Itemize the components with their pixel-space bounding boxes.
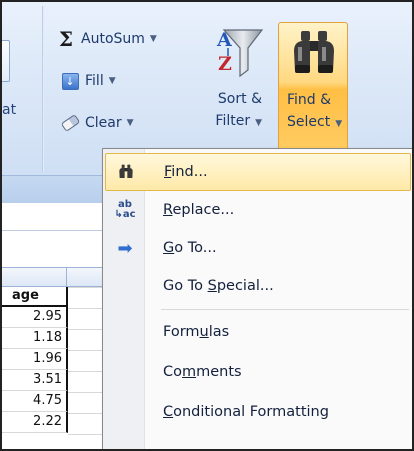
- menu-item-go-to-special[interactable]: Go To Special...: [105, 267, 411, 305]
- menu-separator: [161, 309, 409, 310]
- autosum-dropdown-icon[interactable]: ▼: [150, 34, 157, 44]
- find-select-label-line2: Select ▼: [287, 114, 343, 130]
- previous-ribbon-group: at: [2, 2, 46, 175]
- data-cell[interactable]: 2.22: [2, 412, 68, 433]
- fill-down-icon: ↓: [60, 71, 80, 91]
- sort-filter-label-line1: Sort &: [217, 91, 262, 107]
- screenshot-frame: at Σ AutoSum ▼ ↓ Fill ▼ Clear ▼ A Z Sort…: [0, 0, 414, 451]
- data-cell[interactable]: 1.18: [2, 328, 68, 349]
- menu-item-label: Formulas: [163, 324, 230, 340]
- menu-item-find[interactable]: Find...: [105, 153, 411, 191]
- svg-text:Z: Z: [218, 53, 232, 75]
- previous-group-label: at: [2, 102, 17, 118]
- fill-button[interactable]: ↓ Fill ▼: [60, 70, 116, 92]
- replace-icon: ab ↳ac: [114, 199, 136, 220]
- menu-item-comments[interactable]: Comments: [105, 353, 411, 391]
- data-cell[interactable]: 1.96: [2, 349, 68, 370]
- sort-filter-dropdown-icon[interactable]: ▼: [255, 118, 262, 128]
- binoculars-icon: [106, 153, 146, 191]
- menu-item-label: Find...: [164, 164, 208, 180]
- sort-filter-label-line2: Filter ▼: [215, 113, 262, 129]
- menu-item-replace[interactable]: ab ↳ac Replace...: [105, 191, 411, 229]
- data-column: 2.95 1.18 1.96 3.51 4.75 2.22: [2, 307, 68, 433]
- find-select-dropdown-icon[interactable]: ▼: [335, 119, 342, 129]
- menu-item-formulas[interactable]: Formulas: [105, 313, 411, 351]
- previous-group-button[interactable]: [2, 40, 10, 82]
- sort-az-funnel-icon: A Z: [216, 29, 264, 78]
- clear-label: Clear: [85, 115, 122, 131]
- autosum-label: AutoSum: [81, 31, 145, 47]
- data-cell[interactable]: 4.75: [2, 391, 68, 412]
- menu-item-conditional-formatting[interactable]: Conditional Formatting: [105, 393, 411, 431]
- data-cell[interactable]: 3.51: [2, 370, 68, 391]
- column-header-separator[interactable]: [66, 268, 67, 288]
- find-select-dropdown-menu: Find... ab ↳ac Replace... ➡ Go To... Go T…: [102, 148, 412, 449]
- eraser-icon: [60, 113, 80, 133]
- menu-item-label: Go To Special...: [163, 278, 274, 294]
- binoculars-icon: [294, 31, 334, 73]
- clear-dropdown-icon[interactable]: ▼: [127, 118, 134, 128]
- fill-label: Fill: [85, 73, 104, 89]
- go-to-arrow-icon: ➡: [117, 237, 133, 259]
- menu-item-label: Replace...: [163, 202, 235, 218]
- fill-dropdown-icon[interactable]: ▼: [109, 76, 116, 86]
- find-select-label-line1: Find &: [287, 92, 332, 108]
- menu-item-label: Conditional Formatting: [163, 404, 329, 420]
- autosum-button[interactable]: Σ AutoSum ▼: [56, 27, 157, 51]
- menu-item-label: Comments: [163, 364, 242, 380]
- data-cell[interactable]: 2.95: [2, 307, 68, 328]
- sigma-icon: Σ: [58, 27, 74, 51]
- menu-item-go-to[interactable]: ➡ Go To...: [105, 229, 411, 267]
- menu-item-label: Go To...: [163, 240, 217, 256]
- svg-text:A: A: [216, 29, 232, 51]
- column-header-row: [2, 267, 112, 288]
- header-cell[interactable]: age: [2, 287, 68, 307]
- group-separator: [42, 6, 44, 172]
- clear-button[interactable]: Clear ▼: [60, 112, 134, 134]
